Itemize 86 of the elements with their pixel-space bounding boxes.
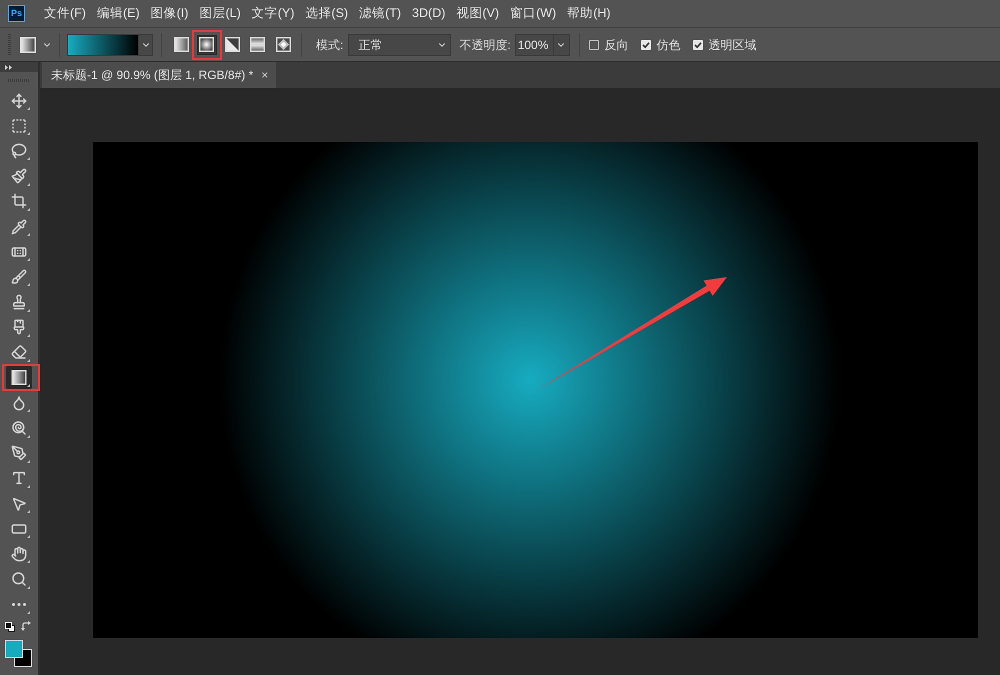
opacity-dropdown-button[interactable] [554,34,570,56]
stamp-icon [11,294,27,310]
mode-dropdown[interactable]: 正常 [348,34,452,56]
menu-item[interactable]: 文字(Y) [252,7,294,20]
paintbrush-icon [11,168,27,184]
angle-gradient-icon [224,37,240,52]
dashed-square-icon [11,118,27,134]
gradient-picker[interactable] [67,34,153,56]
gradient-dropdown-button[interactable] [138,34,152,54]
menu-item[interactable]: 3D(D) [412,7,446,20]
ellipsis-icon [12,602,26,606]
eraser-icon [11,344,27,360]
linear-gradient-button[interactable] [171,34,191,54]
menu-item[interactable]: 帮助(H) [567,7,611,20]
gradient-preview [68,34,138,54]
corner-triangle-icon [27,283,30,286]
corner-triangle-icon [27,434,30,438]
lasso-icon [11,142,27,159]
double-chevron-icon[interactable] [5,64,12,70]
corner-triangle-icon [27,308,30,312]
check-icon [694,40,702,48]
swap-colors-icon[interactable] [21,621,32,632]
corner-triangle-icon [27,535,30,538]
corner-triangle-icon [27,384,30,388]
default-colors-icon[interactable] [5,622,15,632]
checkbox[interactable] [692,40,703,50]
menu-item[interactable]: 图像(I) [150,7,188,20]
corner-triangle-icon [27,157,30,160]
corner-triangle-icon [27,460,30,463]
app-logo: Ps [8,5,25,22]
document-tab[interactable]: 未标题-1 @ 90.9% (图层 1, RGB/8#) * × [42,62,276,88]
corner-triangle-icon [27,208,30,211]
lollipop-icon [11,420,27,436]
checkbox-label: 透明区域 [708,36,757,54]
diamond-gradient-icon [276,37,290,52]
corner-triangle-icon [27,233,30,236]
radial-gradient-button[interactable] [196,34,216,54]
menu-item[interactable]: 编辑(E) [96,7,140,20]
menu-item[interactable]: 文件(F) [44,7,86,20]
eyedropper-icon [11,218,27,235]
corner-triangle-icon [27,182,30,186]
magnifier-icon [11,571,27,588]
angle-gradient-button[interactable] [222,34,242,54]
corner-triangle-icon [27,409,30,412]
text-icon [11,470,27,486]
opacity-label: 不透明度: [459,36,511,54]
checkbox[interactable] [588,40,599,50]
reflected-gradient-icon [250,37,265,52]
gradient-tool[interactable] [6,366,32,390]
gradient-icon [11,370,27,386]
close-button[interactable]: × [261,69,268,81]
radial-gradient-icon [199,37,214,52]
menu-item[interactable]: 窗口(W) [510,7,556,20]
menu-item[interactable]: 滤镜(T) [359,7,402,20]
menu-item[interactable]: 选择(S) [305,7,348,20]
corner-triangle-icon [27,358,30,362]
corner-triangle-icon [27,484,30,488]
corner-triangle-icon [27,132,30,136]
brush-icon [11,319,27,336]
diamond-gradient-button[interactable] [273,34,293,54]
check-icon [642,40,650,48]
gradient-square-icon [20,36,36,52]
pen-icon [11,445,27,462]
linear-gradient-icon [174,37,188,52]
corner-triangle-icon [27,586,30,589]
crop-icon [11,193,27,210]
color-swatches-drawing[interactable] [5,640,33,668]
corner-triangle-icon [27,610,30,614]
corner-triangle-icon [27,560,30,564]
droplet-icon [11,394,27,411]
mode-label: 模式: [316,36,344,54]
corner-triangle-icon [27,107,30,110]
opacity-field[interactable]: 100% [514,34,554,56]
reflected-gradient-button[interactable] [248,34,268,54]
move-icon [11,92,27,109]
checkbox[interactable] [640,40,651,50]
corner-triangle-icon [27,334,30,337]
checkbox-label: 仿色 [656,36,681,54]
pointer-icon [11,496,27,512]
hand-icon [11,546,27,562]
corner-triangle-icon [27,510,30,514]
menu-item[interactable]: 视图(V) [456,7,500,20]
menu-item[interactable]: 图层(L) [199,7,241,20]
corner-triangle-icon [27,258,30,262]
checkbox-label: 反向 [604,36,629,54]
brush-icon [11,268,27,285]
